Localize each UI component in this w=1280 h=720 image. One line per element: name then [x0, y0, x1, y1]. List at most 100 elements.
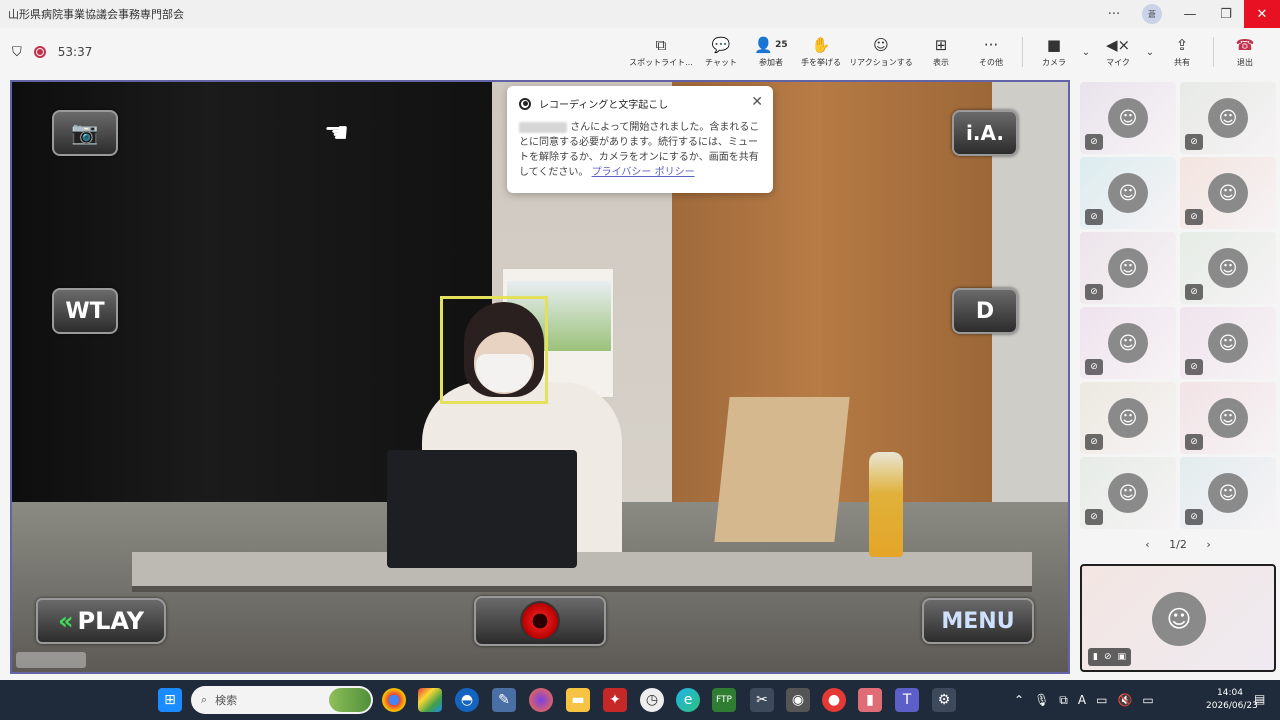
share-icon: ⇪ — [1175, 36, 1189, 54]
volume-mute-icon[interactable]: 🔇 — [1117, 693, 1132, 707]
camera-button[interactable]: ■ カメラ — [1029, 36, 1079, 68]
participant-avatar-icon: ☺ — [1208, 248, 1248, 288]
hand-icon: ✋ — [811, 36, 831, 54]
record-icon — [519, 97, 531, 110]
share-button[interactable]: ⇪ 共有 — [1157, 36, 1207, 68]
pen-app-icon[interactable]: ✎ — [492, 688, 516, 712]
participants-count: 25 — [775, 40, 788, 50]
video-bottle — [869, 452, 903, 557]
ftp-app-icon[interactable]: FTP — [712, 688, 736, 712]
camera-options-chevron-icon[interactable]: ⌄ — [1079, 47, 1093, 58]
reactions-button[interactable]: ☺ リアクションする — [846, 36, 916, 68]
camera-off-icon: ▣ — [1117, 652, 1127, 662]
raise-hand-button[interactable]: ✋ 手を挙げる — [796, 36, 846, 68]
participant-avatar-icon: ☺ — [1108, 323, 1148, 363]
chevron-right-icon[interactable]: › — [1206, 538, 1210, 551]
tray-app-icon[interactable]: ⧉ — [1059, 693, 1068, 708]
app-icon-7[interactable]: ✦ — [603, 688, 627, 712]
clock-date: 2026/06/23 — [1206, 701, 1258, 711]
clock-time: 14:04 — [1217, 688, 1243, 698]
participant-avatar-icon: ☺ — [1108, 473, 1148, 513]
ime-icon[interactable]: A — [1078, 693, 1086, 707]
toast-title: レコーディングと文字起こし — [539, 100, 669, 111]
participant-tile[interactable]: ☺ ⊘ — [1080, 307, 1176, 379]
participant-tile[interactable]: ☺ ⊘ — [1180, 307, 1276, 379]
clock-app-icon[interactable]: ◷ — [640, 688, 664, 712]
meeting-timer: 53:37 — [57, 45, 93, 59]
mic-muted-icon: ⊘ — [1085, 434, 1103, 450]
self-video-tile[interactable]: ☺ ▮ ⊘ ▣ — [1080, 564, 1276, 672]
chat-button[interactable]: 💬 チャット — [696, 36, 746, 68]
mic-muted-icon: ⊘ — [1085, 359, 1103, 375]
camera-off-icon: ■ — [1046, 36, 1062, 54]
toolbar-divider — [1213, 37, 1214, 67]
app-icon-12[interactable]: ◉ — [786, 688, 810, 712]
restore-button[interactable]: ❐ — [1208, 0, 1244, 28]
participant-tile[interactable]: ☺ ⊘ — [1080, 457, 1176, 529]
mic-muted-icon: ⊘ — [1185, 209, 1203, 225]
participant-tile[interactable]: ☺ ⊘ — [1080, 82, 1176, 154]
mic-button[interactable]: ◀× マイク — [1093, 36, 1143, 68]
mic-muted-icon: ⊘ — [1185, 134, 1203, 150]
teams-icon[interactable]: T — [895, 688, 919, 712]
settings-icon[interactable]: ⚙ — [932, 688, 956, 712]
profile-avatar[interactable]: 蒼 — [1142, 4, 1162, 24]
minimize-button[interactable]: — — [1172, 0, 1208, 28]
active-app-icon[interactable]: ▮ — [858, 688, 882, 712]
gallery-pager: ‹ 1/2 › — [1078, 538, 1278, 551]
participant-tile[interactable]: ☺ ⊘ — [1080, 232, 1176, 304]
notification-icon[interactable]: ▤ — [1254, 692, 1265, 706]
self-tile-controls: ▮ ⊘ ▣ — [1088, 648, 1132, 666]
color-app-icon[interactable] — [418, 688, 442, 712]
taskbar-clock[interactable]: 14:04 2026/06/23 — [1206, 687, 1258, 713]
mic-muted-icon: ⊘ — [1185, 359, 1203, 375]
firefox-icon[interactable] — [529, 688, 553, 712]
privacy-policy-link[interactable]: プライバシー ポリシー — [592, 167, 695, 178]
more-button[interactable]: ··· その他 — [966, 36, 1016, 68]
file-explorer-icon[interactable]: ▬ — [566, 688, 590, 712]
mic-muted-icon: ⊘ — [1085, 209, 1103, 225]
participant-tile[interactable]: ☺ ⊘ — [1180, 157, 1276, 229]
app-icon-13[interactable]: ● — [822, 688, 846, 712]
participant-avatar-icon: ☺ — [1108, 398, 1148, 438]
camera-record-icon — [474, 596, 606, 646]
microphone-icon[interactable]: 🎙 — [1034, 693, 1049, 707]
close-icon[interactable]: ✕ — [751, 94, 763, 110]
network-icon[interactable]: ▭ — [1096, 693, 1107, 707]
windows-start-icon[interactable]: ⊞ — [158, 688, 182, 712]
participant-tile[interactable]: ☺ ⊘ — [1180, 232, 1276, 304]
taskbar-search[interactable]: ⌕ 検索 — [191, 686, 373, 714]
edge-icon[interactable]: e — [676, 688, 700, 712]
participant-avatar-icon: ☺ — [1108, 248, 1148, 288]
close-window-button[interactable]: ✕ — [1244, 0, 1280, 28]
chrome-icon[interactable] — [382, 688, 406, 712]
redacted-name — [519, 121, 567, 133]
participant-avatar-icon: ☺ — [1208, 98, 1248, 138]
more-options-icon[interactable]: ··· — [1096, 0, 1132, 28]
participant-tile[interactable]: ☺ ⊘ — [1180, 82, 1276, 154]
windows-taskbar: ⊞ ⌕ 検索 ◓ ✎ ▬ ✦ ◷ e FTP ✂ ◉ ● ▮ T ⚙ ⌃ 🎙 ⧉… — [0, 680, 1280, 720]
mic-muted-icon: ◀× — [1105, 36, 1131, 54]
participant-gallery: ☺ ⊘ ☺ ⊘ ☺ ⊘ ☺ ⊘ ☺ ⊘ ☺ ⊘ ☺ ⊘ ☺ ⊘ ☺ ⊘ ☺ ⊘ ☺ ⊘ ☺ ⊘ ‹ 1/2 › ☺ ▮ ⊘ ▣ — [1078, 80, 1278, 680]
snipping-tool-icon[interactable]: ✂ — [750, 688, 774, 712]
toolbar-divider — [1022, 37, 1023, 67]
mic-options-chevron-icon[interactable]: ⌄ — [1143, 47, 1157, 58]
chevron-left-icon[interactable]: ‹ — [1145, 538, 1149, 551]
app-icon-3[interactable]: ◓ — [455, 688, 479, 712]
video-clipboard — [714, 397, 850, 542]
camera-snapshot-icon: 📷 — [52, 110, 118, 156]
leave-button[interactable]: ☎ 退出 — [1220, 36, 1270, 68]
mic-muted-icon: ⊘ — [1085, 284, 1103, 300]
participant-tile[interactable]: ☺ ⊘ — [1080, 382, 1176, 454]
participant-tile[interactable]: ☺ ⊘ — [1080, 157, 1176, 229]
spotlight-button[interactable]: ⧉ スポットライト... — [626, 36, 696, 68]
video-laptop — [387, 450, 577, 568]
participant-tile[interactable]: ☺ ⊘ — [1180, 457, 1276, 529]
people-icon: 👤 25 — [754, 36, 788, 54]
participant-tile[interactable]: ☺ ⊘ — [1180, 382, 1276, 454]
battery-icon[interactable]: ▭ — [1142, 693, 1153, 707]
view-button[interactable]: ⊞ 表示 — [916, 36, 966, 68]
chat-icon: 💬 — [711, 36, 731, 54]
participants-button[interactable]: 👤 25 参加者 — [746, 36, 796, 68]
chevron-up-icon[interactable]: ⌃ — [1014, 693, 1024, 707]
